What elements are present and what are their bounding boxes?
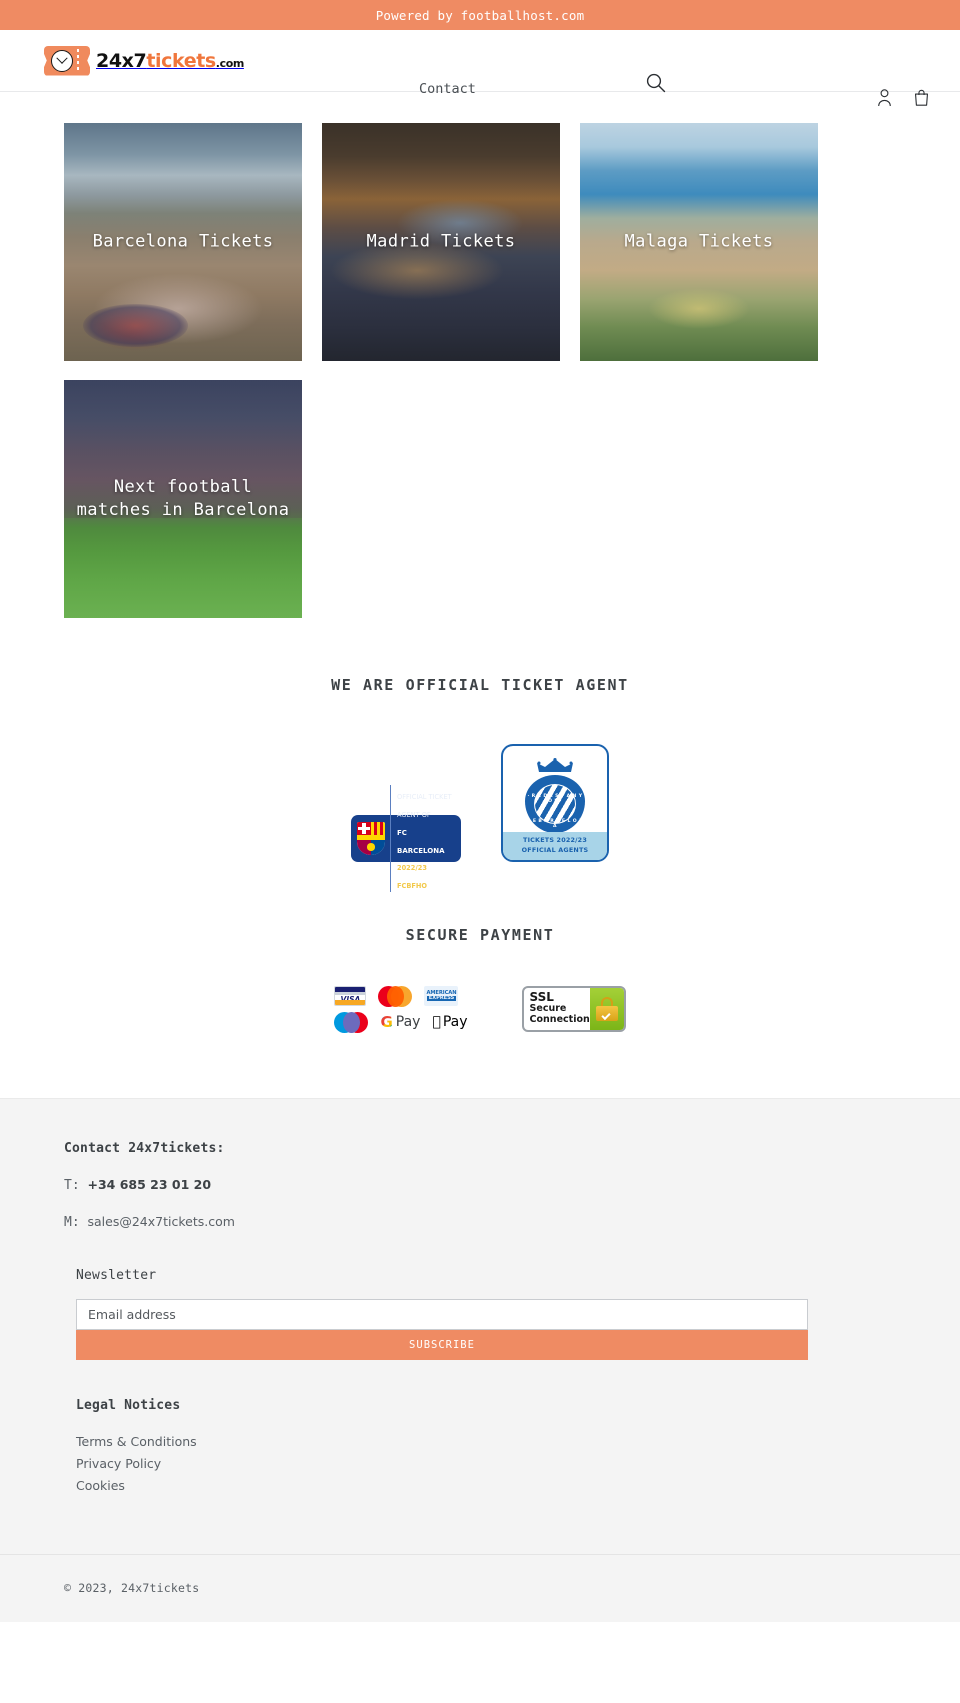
fc-barcelona-crest-icon	[357, 822, 385, 855]
banner-line-2: OFFICIAL AGENTS	[521, 845, 589, 854]
collection-grid-wrapper: Barcelona Tickets Madrid Tickets Malaga …	[0, 92, 960, 618]
google-pay-label: Pay	[395, 1014, 421, 1030]
ssl-lock-panel	[589, 988, 624, 1030]
maestro-icon	[334, 1011, 369, 1033]
collection-card-barcelona[interactable]: Barcelona Tickets	[64, 123, 302, 361]
list-item: Terms & Conditions	[76, 1431, 896, 1450]
payment-icons-row-2: GPay Pay	[334, 1011, 468, 1033]
espanyol-crest-icon: · R C D E S P A N Y O L · D E B A R C E …	[523, 758, 587, 833]
list-item: Cookies	[76, 1475, 896, 1494]
mastercard-icon	[378, 985, 413, 1007]
footer-phone-prefix: T:	[64, 1178, 88, 1193]
amex-line-2: EXPRESS	[426, 995, 457, 1002]
newsletter-subscribe-button[interactable]: SUBSCRIBE	[76, 1330, 808, 1360]
collection-card-next-matches[interactable]: Next football matches in Barcelona	[64, 380, 302, 618]
legal-link-terms[interactable]: Terms & Conditions	[76, 1434, 197, 1449]
site-logo[interactable]: 24x7tickets.com	[44, 44, 244, 78]
footer-phone-line: T: +34 685 23 01 20	[64, 1177, 896, 1193]
payment-icons-row-1: VISA AMERICAN EXPRESS	[334, 985, 467, 1007]
banner-line-1: TICKETS 2022/23	[523, 836, 587, 845]
footer-email-line: M: sales@24x7tickets.com	[64, 1214, 896, 1230]
secure-payment-section: SECURE PAYMENT VISA AMERICAN EXPRESS	[0, 926, 960, 1033]
announcement-bar: Powered by footballhost.com	[0, 0, 960, 30]
collection-card-madrid[interactable]: Madrid Tickets	[322, 123, 560, 361]
visa-icon: VISA	[334, 986, 367, 1006]
search-icon[interactable]	[645, 72, 667, 94]
fc-barcelona-agent-badge: OFFICIAL TICKET AGENT OF FC BARCELONA 20…	[351, 784, 461, 893]
espanyol-crest-top-text: · R C D E S P A N Y O L ·	[527, 794, 583, 804]
american-express-icon: AMERICAN EXPRESS	[424, 986, 459, 1006]
espanyol-agent-badge: · R C D E S P A N Y O L · D E B A R C E …	[501, 744, 609, 862]
collection-card-title: Malaga Tickets	[624, 231, 774, 252]
official-agent-title: WE ARE OFFICIAL TICKET AGENT	[331, 676, 629, 694]
collection-card-malaga[interactable]: Malaga Tickets	[580, 123, 818, 361]
footer-email-prefix: M:	[64, 1215, 88, 1230]
main-content: Barcelona Tickets Madrid Tickets Malaga …	[0, 92, 960, 1033]
shopping-bag-icon[interactable]	[913, 88, 930, 107]
newsletter-title: Newsletter	[76, 1268, 157, 1283]
logo-text-black: 24x7	[96, 49, 147, 72]
logo-wordmark: 24x7tickets.com	[96, 50, 244, 72]
apple-pay-icon: Pay	[432, 1014, 467, 1030]
collection-card-title: Barcelona Tickets	[92, 231, 274, 252]
legal-link-privacy[interactable]: Privacy Policy	[76, 1456, 161, 1471]
footer-phone-number: +34 685 23 01 20	[87, 1177, 212, 1192]
header-actions	[876, 88, 930, 107]
official-agent-section: WE ARE OFFICIAL TICKET AGENT OFFICIAL TI…	[0, 676, 960, 893]
copyright-bar: © 2023, 24x7tickets	[0, 1554, 960, 1622]
badge-line-4: 2022/23 FCBFHO	[397, 864, 427, 891]
espanyol-badge-banner: TICKETS 2022/23 OFFICIAL AGENTS	[503, 832, 607, 860]
ticket-clock-icon	[44, 45, 90, 76]
copyright-text: © 2023, 24x7tickets	[64, 1581, 200, 1595]
collection-grid: Barcelona Tickets Madrid Tickets Malaga …	[64, 123, 896, 618]
ssl-secure-connection-badge: SSL Secure Connection	[521, 986, 626, 1032]
payment-card-icons: VISA AMERICAN EXPRESS	[334, 985, 468, 1033]
list-item: Privacy Policy	[76, 1453, 896, 1472]
footer-email-address: sales@24x7tickets.com	[87, 1214, 235, 1229]
legal-notices-block: Legal Notices Terms & Conditions Privacy…	[64, 1398, 896, 1494]
newsletter-email-input[interactable]	[76, 1299, 808, 1330]
ssl-line-1: SSL	[525, 990, 554, 1004]
legal-notices-title: Legal Notices	[76, 1398, 181, 1413]
site-footer: Contact 24x7tickets: T: +34 685 23 01 20…	[0, 1098, 960, 1622]
newsletter-block: Newsletter SUBSCRIBE	[64, 1268, 896, 1360]
legal-link-cookies[interactable]: Cookies	[76, 1478, 125, 1493]
site-header: 24x7tickets.com Contact	[0, 30, 960, 107]
footer-contact-title: Contact 24x7tickets:	[64, 1141, 225, 1156]
apple-pay-label: Pay	[438, 1014, 468, 1030]
lock-icon	[595, 997, 618, 1021]
payment-methods-row: VISA AMERICAN EXPRESS	[0, 985, 960, 1033]
newsletter-form: SUBSCRIBE	[76, 1299, 808, 1360]
badge-line-2: AGENT OF	[397, 810, 431, 819]
logo-text-orange: tickets	[146, 49, 216, 72]
google-g-letter: G	[380, 1013, 393, 1031]
badge-line-1: OFFICIAL TICKET	[397, 792, 452, 801]
collection-card-title: Next football matches in Barcelona	[76, 477, 290, 520]
announcement-text: Powered by footballhost.com	[375, 7, 585, 23]
espanyol-crest-bottom-text: D E B A R C E L O N A	[526, 819, 584, 829]
apple-logo-icon: 	[432, 1015, 440, 1029]
badge-line-3: FC BARCELONA	[397, 828, 445, 855]
fc-barcelona-badge-text: OFFICIAL TICKET AGENT OF FC BARCELONA 20…	[390, 784, 455, 893]
secure-payment-title: SECURE PAYMENT	[405, 926, 555, 944]
legal-notices-list: Terms & Conditions Privacy Policy Cookie…	[76, 1431, 896, 1494]
nav-item-contact[interactable]: Contact	[419, 81, 476, 97]
footer-inner: Contact 24x7tickets: T: +34 685 23 01 20…	[0, 1141, 960, 1494]
account-icon[interactable]	[876, 88, 893, 107]
collection-card-title: Madrid Tickets	[366, 231, 516, 252]
google-pay-icon: G Pay	[380, 1013, 420, 1031]
ssl-line-3: Connection	[525, 1014, 590, 1026]
agent-badge-row: OFFICIAL TICKET AGENT OF FC BARCELONA 20…	[0, 744, 960, 893]
logo-text-suffix: .com	[215, 56, 245, 70]
